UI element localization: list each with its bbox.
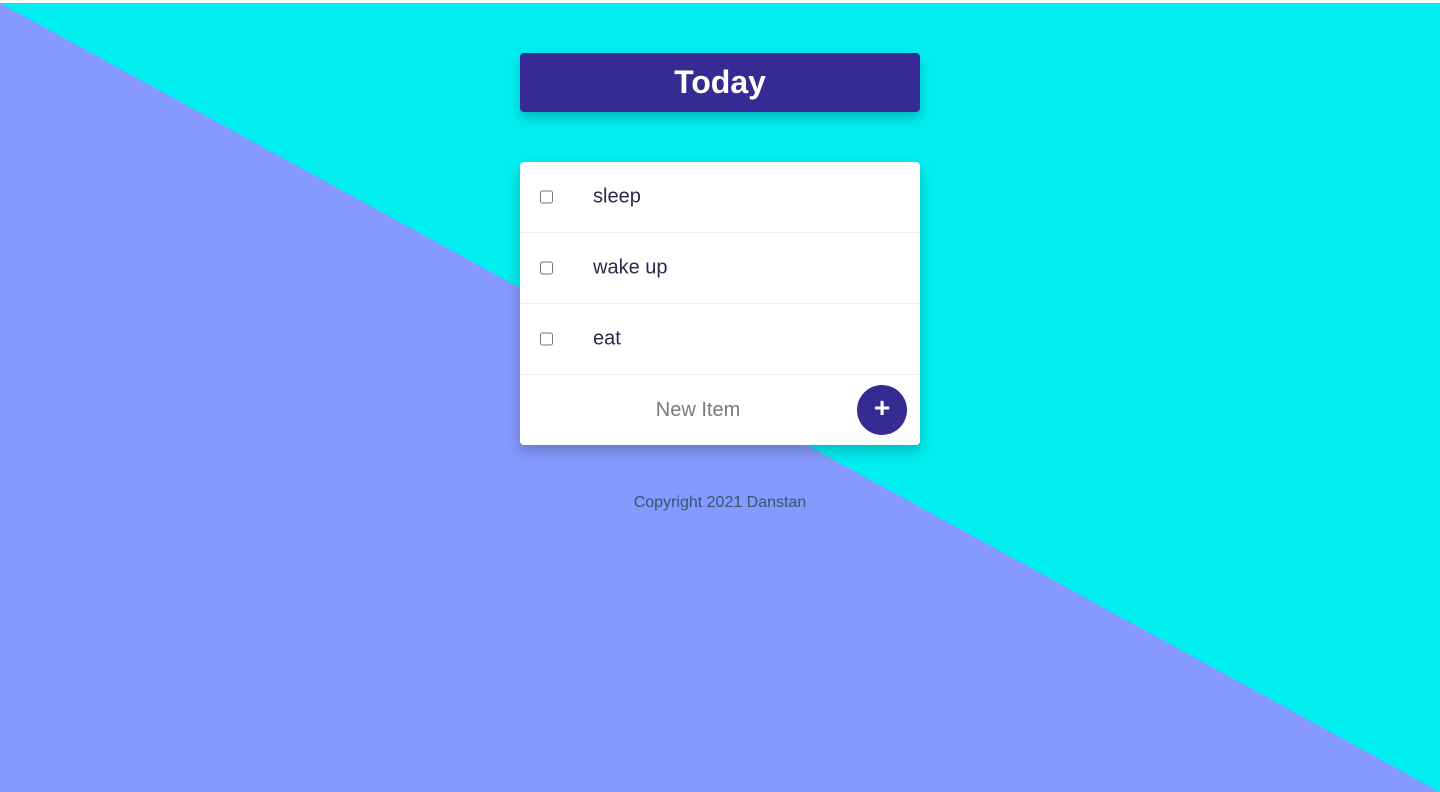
todo-list-card: sleep wake up eat + <box>520 162 920 445</box>
item-label: sleep <box>593 185 641 208</box>
new-item-input[interactable] <box>520 375 876 445</box>
item-checkbox[interactable] <box>540 332 553 346</box>
item-checkbox[interactable] <box>540 261 553 275</box>
new-item-form: + <box>520 375 920 445</box>
item-label: eat <box>593 327 621 350</box>
item-checkbox[interactable] <box>540 190 553 204</box>
page-title: Today <box>674 64 766 100</box>
list-item: wake up <box>520 233 920 304</box>
copyright-footer: Copyright 2021 Danstan <box>633 494 807 511</box>
header-box: Today <box>520 53 920 112</box>
list-item: eat <box>520 304 920 375</box>
item-label: wake up <box>593 256 668 279</box>
add-item-button[interactable]: + <box>857 385 907 435</box>
list-item: sleep <box>520 162 920 233</box>
